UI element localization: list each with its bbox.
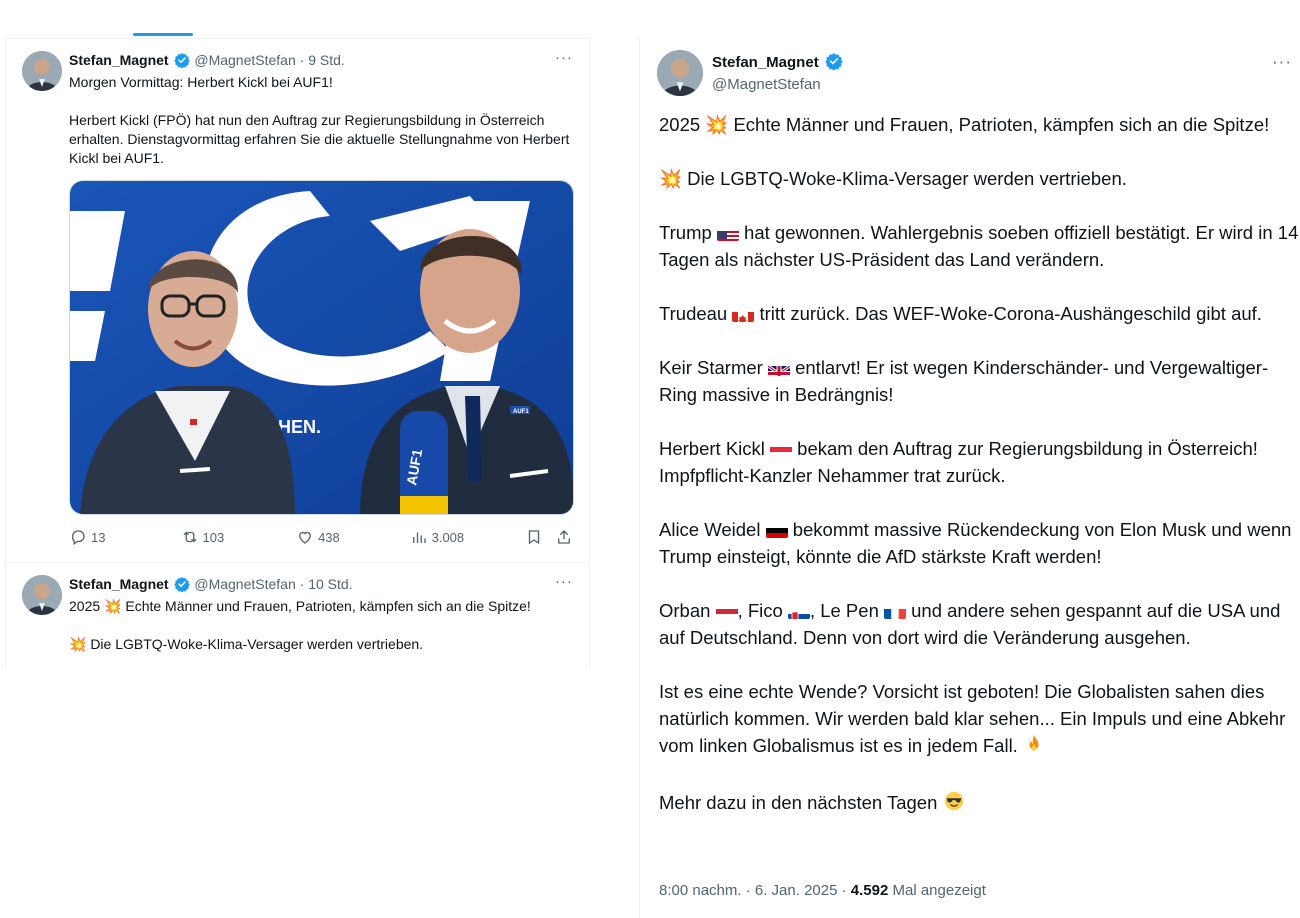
like-button[interactable]: 438 xyxy=(296,528,410,546)
tweet-paragraph: Keir Starmer entlarvt! Er ist wegen Kind… xyxy=(659,354,1299,408)
timeline-feed: ··· Stefan_Magnet @MagnetStefan · 9 Std.… xyxy=(5,38,590,670)
tweet-paragraph: Herbert Kickl bekam den Auftrag zur Regi… xyxy=(659,435,1299,489)
austria-flag-icon xyxy=(770,442,793,457)
slovakia-flag-icon xyxy=(787,604,810,619)
tweet-card[interactable]: ··· Stefan_Magnet @MagnetStefan · 10 Std… xyxy=(6,562,589,670)
share-icon xyxy=(558,530,570,544)
author-name[interactable]: Stefan_Magnet xyxy=(69,52,169,68)
tweet-paragraph: 2025 💥 Echte Männer und Frauen, Patriote… xyxy=(659,114,1270,135)
tweet-actions: 13 103 438 3.008 xyxy=(69,515,573,559)
verified-badge-icon xyxy=(174,52,191,73)
us-flag-icon xyxy=(716,226,739,241)
reply-icon xyxy=(71,530,85,546)
verified-badge-icon xyxy=(174,576,191,597)
view-count: 4.592 xyxy=(850,882,889,899)
author-name[interactable]: Stefan_Magnet xyxy=(712,54,819,71)
tweet-meta: 8:00 nachm. · 6. Jan. 2025 · 4.592 Mal a… xyxy=(659,882,986,899)
author-name[interactable]: Stefan_Magnet xyxy=(69,576,169,592)
author-handle[interactable]: @MagnetStefan xyxy=(712,76,821,93)
repost-count: 103 xyxy=(202,529,225,545)
views-button[interactable]: 3.008 xyxy=(410,528,526,546)
tweet-paragraph: Orban , Fico , Le Pen und andere sehen g… xyxy=(659,597,1299,651)
tweet-photo[interactable]: EHEN. AUF1 AUF1 xyxy=(69,180,574,515)
fire-icon xyxy=(1023,733,1045,762)
paragraph-part: , Le Pen xyxy=(809,600,879,621)
reply-count: 13 xyxy=(91,529,106,545)
like-count: 438 xyxy=(318,529,340,545)
header-separator: · xyxy=(295,576,309,592)
verified-badge-icon xyxy=(825,52,843,74)
tweet-time[interactable]: 9 Std. xyxy=(308,52,345,68)
tweet-detail: Stefan_Magnet @MagnetStefan ··· 2025 💥 E… xyxy=(639,38,1300,918)
like-icon xyxy=(299,531,312,544)
france-flag-icon xyxy=(884,604,906,619)
repost-button[interactable]: 103 xyxy=(181,528,297,546)
author-name-row: Stefan_Magnet xyxy=(712,52,843,74)
repost-icon xyxy=(183,531,197,543)
paragraph-rest: tritt zurück. Das WEF-Woke-Corona-Aushän… xyxy=(759,303,1262,324)
tweet-header: Stefan_Magnet @MagnetStefan · 9 Std. xyxy=(69,51,573,73)
tweet-time[interactable]: 10 Std. xyxy=(308,576,352,592)
reply-button[interactable]: 13 xyxy=(69,528,181,546)
paragraph-lead: Orban xyxy=(659,600,711,621)
paragraph-lead: Herbert Kickl xyxy=(659,438,765,459)
tweet-timestamp[interactable]: 8:00 nachm. · 6. Jan. 2025 · xyxy=(659,882,851,899)
bookmark-button[interactable] xyxy=(525,528,555,546)
paragraph-rest: Ist es eine echte Wende? Vorsicht ist ge… xyxy=(659,681,1286,756)
tweet-paragraph: 💥 Die LGBTQ-Woke-Klima-Versager werden v… xyxy=(659,168,1127,189)
avatar[interactable] xyxy=(657,50,703,96)
paragraph-part: , Fico xyxy=(737,600,783,621)
active-tab-indicator xyxy=(133,33,193,36)
more-options-button[interactable]: ··· xyxy=(1272,52,1292,72)
tweet-paragraph: Mehr dazu in den nächsten Tagen xyxy=(659,789,1299,819)
views-count: 3.008 xyxy=(431,529,465,545)
tweet-paragraph: Trudeau tritt zurück. Das WEF-Woke-Coron… xyxy=(659,300,1299,327)
tweet-text: Morgen Vormittag: Herbert Kickl bei AUF1… xyxy=(69,74,570,166)
hungary-flag-icon xyxy=(715,604,738,619)
tweet-full-text: 2025 💥 Echte Männer und Frauen, Patriote… xyxy=(659,111,1299,846)
share-button[interactable] xyxy=(555,528,573,546)
author-handle[interactable]: @MagnetStefan xyxy=(194,576,295,592)
avatar[interactable] xyxy=(22,575,62,615)
uk-flag-icon xyxy=(767,361,790,376)
paragraph-lead: Trudeau xyxy=(659,303,728,324)
tweet-text-line: 💥 Die LGBTQ-Woke-Klima-Versager werden v… xyxy=(69,636,424,652)
paragraph-lead: Keir Starmer xyxy=(659,357,763,378)
tweet-paragraph: Alice Weidel bekommt massive Rückendecku… xyxy=(659,516,1299,570)
more-options-button[interactable]: ··· xyxy=(555,49,573,66)
more-options-button[interactable]: ··· xyxy=(555,573,573,590)
tweet-text-line: 2025 💥 Echte Männer und Frauen, Patriote… xyxy=(69,598,531,614)
paragraph-lead: Alice Weidel xyxy=(659,519,761,540)
paragraph-rest: hat gewonnen. Wahlergebnis soeben offizi… xyxy=(659,222,1299,270)
canada-flag-icon xyxy=(732,307,755,322)
tweet-paragraph: Trump hat gewonnen. Wahlergebnis soeben … xyxy=(659,219,1299,273)
sunglasses-emoji-icon xyxy=(943,790,965,819)
tweet-card[interactable]: ··· Stefan_Magnet @MagnetStefan · 9 Std.… xyxy=(6,39,589,562)
avatar[interactable] xyxy=(22,51,62,91)
header-separator: · xyxy=(295,52,309,68)
views-icon xyxy=(412,532,426,543)
view-count-label: Mal angezeigt xyxy=(888,882,986,899)
tweet-header: Stefan_Magnet @MagnetStefan · 10 Std. xyxy=(69,575,573,597)
bookmark-icon xyxy=(528,530,540,545)
paragraph-rest: Mehr dazu in den nächsten Tagen xyxy=(659,792,938,813)
pin-text: AUF1 xyxy=(513,409,529,415)
paragraph-lead: Trump xyxy=(659,222,712,243)
tweet-paragraph: Ist es eine echte Wende? Vorsicht ist ge… xyxy=(659,678,1299,762)
author-handle[interactable]: @MagnetStefan xyxy=(194,52,295,68)
germany-flag-icon xyxy=(765,523,788,538)
